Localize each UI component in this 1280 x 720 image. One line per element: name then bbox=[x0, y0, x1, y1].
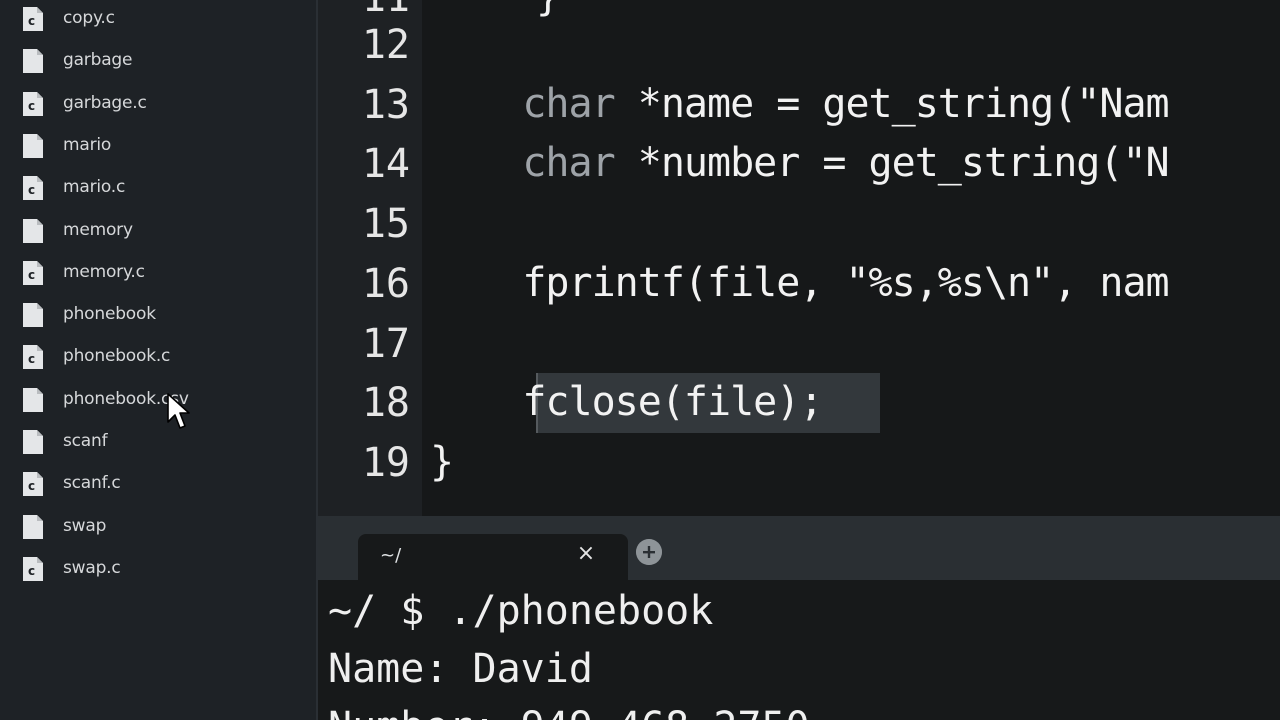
file-tree-sidebar: c copy.c garbage c garbage.c mario c mario.c mem… bbox=[0, 0, 316, 720]
terminal-line: ~/ $ ./phonebook bbox=[328, 588, 714, 634]
terminal-tab[interactable]: ~/ × bbox=[358, 534, 628, 580]
file-item[interactable]: c mario.c bbox=[0, 167, 316, 209]
file-item[interactable]: phonebook bbox=[0, 294, 316, 336]
file-name: garbage bbox=[63, 50, 133, 71]
file-icon bbox=[23, 133, 43, 158]
file-icon bbox=[23, 514, 43, 539]
file-item[interactable]: scanf bbox=[0, 421, 316, 463]
file-item[interactable]: memory bbox=[0, 210, 316, 252]
line-number: 15 bbox=[361, 201, 410, 248]
file-item[interactable]: swap bbox=[0, 506, 316, 548]
file-name: memory bbox=[63, 219, 133, 240]
code-line[interactable]: 13 char *name = get_string("Nam bbox=[318, 75, 1280, 135]
file-name: swap.c bbox=[63, 557, 121, 578]
file-item[interactable]: c copy.c bbox=[0, 0, 316, 40]
code-text: fclose(file); bbox=[430, 379, 823, 426]
code-line[interactable]: 19} bbox=[318, 433, 1280, 493]
file-name: phonebook.c bbox=[63, 346, 171, 367]
code-text: char *name = get_string("Nam bbox=[522, 80, 1169, 127]
svg-text:c: c bbox=[28, 99, 35, 113]
add-terminal-icon[interactable] bbox=[636, 539, 662, 565]
line-number: 19 bbox=[361, 439, 410, 486]
file-item[interactable]: mario bbox=[0, 125, 316, 167]
c-file-icon: c bbox=[23, 345, 43, 370]
file-item[interactable]: phonebook.csv bbox=[0, 379, 316, 421]
file-item[interactable]: c scanf.c bbox=[0, 463, 316, 505]
file-icon bbox=[23, 303, 43, 328]
c-file-icon: c bbox=[23, 556, 43, 581]
svg-text:c: c bbox=[28, 268, 35, 282]
code-line[interactable]: 16 fprintf(file, "%s,%s\n", nam bbox=[318, 254, 1280, 314]
c-file-icon: c bbox=[23, 91, 43, 116]
line-number: 14 bbox=[361, 141, 410, 188]
c-file-icon: c bbox=[23, 260, 43, 285]
code-line[interactable]: 17 bbox=[318, 314, 1280, 374]
file-name: garbage.c bbox=[63, 92, 147, 113]
terminal-line: Number: 949-468-2750 bbox=[328, 704, 810, 720]
svg-text:c: c bbox=[28, 352, 35, 366]
line-number: 18 bbox=[361, 380, 410, 427]
mouse-cursor-icon bbox=[167, 393, 190, 429]
code-line-active[interactable]: 18 fclose(file); bbox=[318, 373, 1280, 434]
file-icon bbox=[23, 430, 43, 454]
file-item[interactable]: c memory.c bbox=[0, 252, 316, 294]
line-number: 16 bbox=[361, 260, 410, 307]
file-name: scanf.c bbox=[63, 473, 121, 494]
code-line[interactable]: 14 char *number = get_string("N bbox=[318, 134, 1280, 194]
terminal-line: Name: David bbox=[328, 646, 593, 692]
c-file-icon: c bbox=[23, 472, 43, 497]
svg-text:c: c bbox=[28, 183, 35, 197]
file-item[interactable]: c swap.c bbox=[0, 548, 316, 590]
terminal-output[interactable]: ~/ $ ./phonebook Name: David Number: 949… bbox=[318, 580, 1280, 720]
code-line[interactable]: 12 bbox=[318, 15, 1280, 75]
file-name: mario.c bbox=[63, 177, 126, 198]
file-name: scanf bbox=[63, 431, 108, 451]
file-icon bbox=[23, 218, 43, 243]
file-name: phonebook bbox=[63, 304, 156, 325]
code-text: char *number = get_string("N bbox=[522, 140, 1169, 187]
file-item[interactable]: c phonebook.c bbox=[0, 336, 316, 378]
close-icon[interactable]: × bbox=[574, 542, 598, 566]
file-icon bbox=[23, 49, 43, 74]
file-name: memory.c bbox=[63, 261, 145, 282]
terminal-tab-label: ~/ bbox=[380, 545, 402, 566]
svg-text:c: c bbox=[28, 479, 35, 493]
line-number: 12 bbox=[361, 22, 410, 68]
file-item[interactable]: c garbage.c bbox=[0, 83, 316, 125]
line-number: 13 bbox=[361, 81, 410, 128]
c-file-icon: c bbox=[23, 7, 43, 31]
file-name: mario bbox=[63, 134, 112, 155]
code-editor[interactable]: 11 } 1213 char *name = get_string("Nam14… bbox=[318, 0, 1280, 516]
file-name: swap bbox=[63, 515, 107, 536]
svg-text:c: c bbox=[28, 14, 35, 28]
code-line[interactable]: 15 bbox=[318, 194, 1280, 254]
c-file-icon: c bbox=[23, 176, 43, 201]
file-item[interactable]: garbage bbox=[0, 40, 316, 82]
code-text: } bbox=[430, 438, 454, 485]
file-name: copy.c bbox=[63, 8, 115, 28]
file-icon bbox=[23, 387, 43, 412]
svg-text:c: c bbox=[28, 564, 35, 578]
terminal-tab-bar: ~/ × bbox=[318, 516, 1280, 580]
line-number: 17 bbox=[361, 320, 410, 367]
code-text: fprintf(file, "%s,%s\n", nam bbox=[430, 259, 1169, 306]
